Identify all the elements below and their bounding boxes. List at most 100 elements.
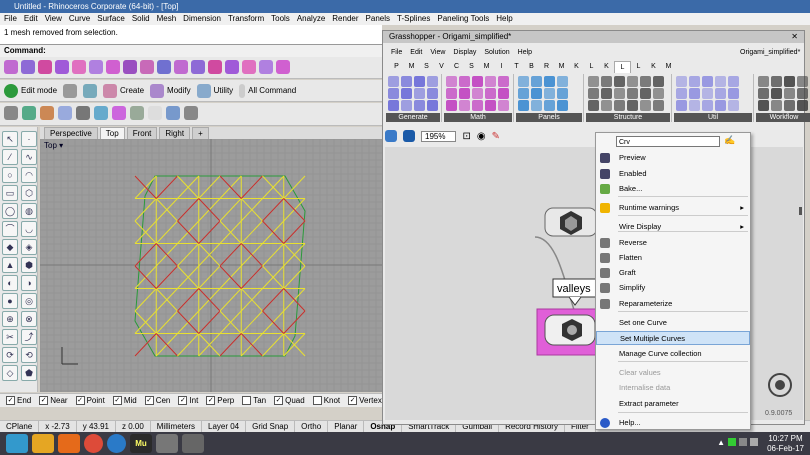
checkbox-icon[interactable]: ✓ [39, 396, 49, 405]
gh-component-icon[interactable] [771, 100, 782, 111]
gh-component-icon[interactable] [771, 76, 782, 87]
menu-t-splines[interactable]: T-Splines [397, 13, 430, 25]
sidebar-tool-icon[interactable]: ⊗ [21, 311, 37, 327]
rhino-tool-icon[interactable] [21, 60, 35, 74]
gh-group-label[interactable]: Math [444, 113, 512, 122]
menu-render[interactable]: Render [332, 13, 358, 25]
menu-mesh[interactable]: Mesh [157, 13, 177, 25]
checkbox-icon[interactable] [312, 396, 322, 405]
clock[interactable]: 10:27 PM 06-Feb-17 [767, 434, 804, 454]
gh-component-icon[interactable] [472, 88, 483, 99]
osnap-quad[interactable]: ✓ Quad [274, 396, 305, 405]
muse-icon[interactable]: Mu [130, 434, 152, 453]
checkbox-icon[interactable]: ✓ [206, 396, 216, 405]
gh-component-icon[interactable] [485, 100, 496, 111]
gh-tab[interactable]: M [661, 61, 676, 73]
gh-component-icon[interactable] [640, 100, 651, 111]
rhino-tool-icon[interactable] [4, 60, 18, 74]
rhino-tool-icon[interactable] [38, 60, 52, 74]
menu-view[interactable]: View [45, 13, 62, 25]
network-icon[interactable] [739, 438, 747, 446]
grasshopper-taskbar-icon[interactable] [182, 434, 204, 453]
document-name[interactable]: Origami_simplified* [740, 49, 800, 56]
osnap-perp[interactable]: ✓ Perp [206, 396, 234, 405]
media-icon[interactable] [58, 434, 80, 453]
checkbox-icon[interactable]: ✓ [144, 396, 154, 405]
sidebar-tool-icon[interactable]: · [21, 131, 37, 147]
rhino-tool-icon[interactable] [106, 60, 120, 74]
rhino-tool-icon[interactable] [76, 106, 90, 120]
gh-component-icon[interactable] [531, 100, 542, 111]
rhino-taskbar-icon[interactable] [156, 434, 178, 453]
gh-component-icon[interactable] [588, 88, 599, 99]
menu-item-set-one-curve[interactable]: Set one Curve [596, 316, 750, 330]
gh-component-icon[interactable] [797, 88, 808, 99]
gh-component-icon[interactable] [758, 76, 769, 87]
gh-component-icon[interactable] [485, 88, 496, 99]
sidebar-tool-icon[interactable]: ↖ [2, 131, 18, 147]
sidebar-tool-icon[interactable]: ▲ [2, 257, 18, 273]
gh-component-icon[interactable] [689, 76, 700, 87]
gh-component-icon[interactable] [446, 100, 457, 111]
command-prompt[interactable]: Command: [0, 45, 382, 57]
tab-right[interactable]: Right [159, 127, 191, 139]
gh-tab[interactable]: T [509, 61, 524, 73]
checkbox-icon[interactable]: ✓ [112, 396, 122, 405]
menu-surface[interactable]: Surface [97, 13, 125, 25]
gh-component-icon[interactable] [427, 76, 438, 87]
osnap-point[interactable]: ✓ Point [75, 396, 105, 405]
menu-analyze[interactable]: Analyze [297, 13, 325, 25]
gh-tab[interactable]: L [614, 61, 631, 73]
mesh-component[interactable] [544, 207, 598, 237]
gh-component-icon[interactable] [702, 88, 713, 99]
rhino-tool-icon[interactable] [208, 60, 222, 74]
gh-tab[interactable]: I [494, 61, 509, 73]
gh-component-icon[interactable] [771, 88, 782, 99]
gh-component-icon[interactable] [784, 100, 795, 111]
top-viewport[interactable] [40, 139, 382, 392]
sidebar-tool-icon[interactable]: ⟲ [21, 347, 37, 363]
rhino-tool-icon[interactable] [58, 106, 72, 120]
browser-icon[interactable] [107, 434, 126, 453]
sidebar-tool-icon[interactable]: ⤴ [21, 329, 37, 345]
gh-component-icon[interactable] [427, 88, 438, 99]
rhino-tool-icon[interactable] [242, 60, 256, 74]
osnap-mid[interactable]: ✓ Mid [112, 396, 137, 405]
rhino-tool-icon[interactable] [166, 106, 180, 120]
sidebar-tool-icon[interactable]: ◐ [2, 275, 18, 291]
menu-item-graft[interactable]: Graft [596, 266, 750, 280]
gh-tab[interactable]: K [646, 61, 661, 73]
sidebar-tool-icon[interactable]: ∿ [21, 149, 37, 165]
menu-paneling-tools[interactable]: Paneling Tools [437, 13, 489, 25]
sidebar-tool-icon[interactable]: ▭ [2, 185, 18, 201]
gh-component-icon[interactable] [640, 76, 651, 87]
gh-menu-help[interactable]: Help [518, 49, 532, 60]
menu-item-reparameterize[interactable]: Reparameterize [596, 297, 750, 311]
gh-component-icon[interactable] [676, 100, 687, 111]
menu-item-runtime-warnings[interactable]: Runtime warnings ▸ [596, 201, 750, 215]
osnap-tan[interactable]: Tan [242, 396, 266, 405]
menu-item-reverse[interactable]: Reverse [596, 236, 750, 250]
add-tab-button[interactable]: + [192, 127, 209, 139]
gh-component-icon[interactable] [715, 88, 726, 99]
gh-component-icon[interactable] [544, 76, 555, 87]
gh-component-icon[interactable] [728, 100, 739, 111]
gh-component-icon[interactable] [797, 100, 808, 111]
gh-component-icon[interactable] [653, 88, 664, 99]
gh-component-icon[interactable] [531, 88, 542, 99]
gh-component-icon[interactable] [715, 100, 726, 111]
gh-tab[interactable]: S [419, 61, 434, 73]
osnap-int[interactable]: ✓ Int [178, 396, 198, 405]
gh-component-icon[interactable] [627, 88, 638, 99]
gh-component-icon[interactable] [427, 100, 438, 111]
rhino-tool-icon[interactable] [225, 60, 239, 74]
chrome-icon[interactable] [84, 434, 103, 453]
sidebar-tool-icon[interactable]: ✂ [2, 329, 18, 345]
modify-button[interactable]: Modify [150, 83, 191, 98]
rhino-tool-icon[interactable] [140, 60, 154, 74]
sidebar-tool-icon[interactable]: ◇ [2, 365, 18, 381]
sidebar-tool-icon[interactable]: ⬢ [21, 257, 37, 273]
gh-component-icon[interactable] [388, 76, 399, 87]
tool-icon[interactable] [63, 83, 78, 98]
gh-component-icon[interactable] [784, 88, 795, 99]
